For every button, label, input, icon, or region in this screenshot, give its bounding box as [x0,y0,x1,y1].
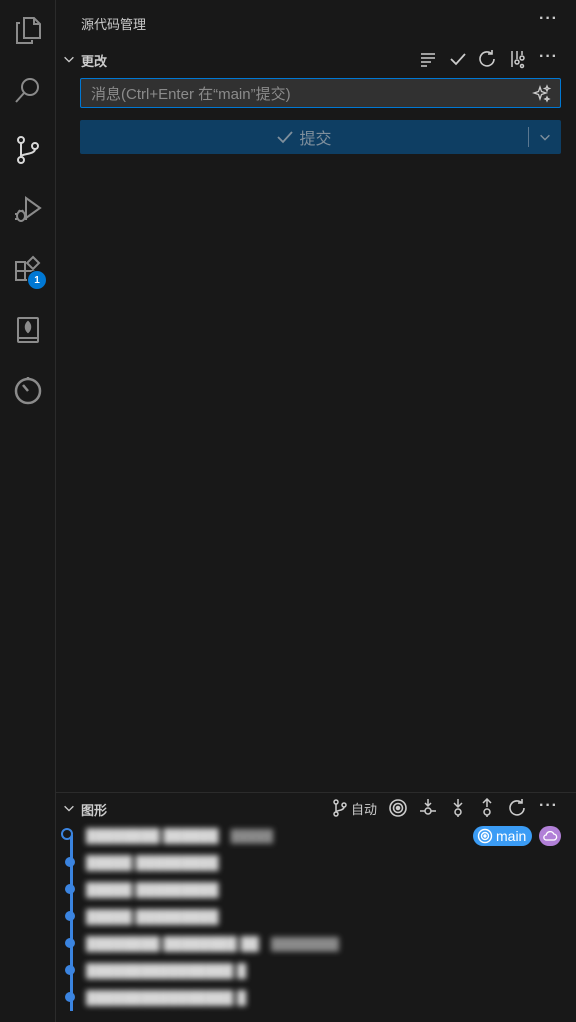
table-row[interactable]: █████ █████████ [56,849,576,876]
commit-node [65,884,75,894]
refresh-icon[interactable] [507,798,527,818]
table-row[interactable]: ████████ ████████ ██ ████████ [56,930,576,957]
commit-message: ████████████████ █ [86,963,247,978]
commit-message: █████ █████████ [86,882,219,897]
graph-auto-label[interactable]: 自动 [351,799,377,818]
graph-section-header[interactable]: 图形 自动 ··· [56,796,576,820]
branch-badge[interactable]: main [473,826,533,846]
cloud-icon [543,830,558,841]
graph-settings-icon[interactable] [507,49,527,69]
commit-message: ████████ ████████ ██ ████████ [86,936,340,951]
activity-bar: 1 [0,0,56,1022]
commit-message-field[interactable] [80,78,561,108]
commit-node [65,992,75,1002]
section-divider [56,792,576,793]
table-row[interactable]: ████████████████ █ [56,984,576,1011]
remote-badge[interactable] [539,826,561,846]
commit-node [65,965,75,975]
table-row[interactable]: ████████████████ █ [56,957,576,984]
source-control-sidebar: 源代码管理 ··· 更改 ··· 提交 图形 自动 [56,0,576,1022]
pull-icon[interactable] [448,798,468,818]
notebook-icon [16,317,39,343]
chevron-down-icon [540,134,550,141]
chevron-down-icon [64,805,74,812]
target-icon [477,828,493,844]
extensions-button[interactable]: 1 [0,246,55,294]
run-debug-button[interactable] [0,186,55,234]
commit-node [65,938,75,948]
refresh-icon[interactable] [477,49,497,69]
chevron-down-icon [64,56,74,63]
source-control-icon [16,136,39,164]
sidebar-header: 源代码管理 ··· [56,0,576,44]
graph-title: 图形 [81,803,108,818]
commit-node [65,857,75,867]
commit-message: █████ █████████ [86,909,219,924]
changes-more-icon[interactable]: ··· [539,48,558,66]
check-icon [277,131,294,144]
target-icon[interactable] [388,798,408,818]
branch-name: main [496,828,527,844]
view-as-list-icon[interactable] [418,49,438,69]
graph-more-icon[interactable]: ··· [539,797,558,815]
table-row[interactable]: █████ █████████ [56,876,576,903]
commit-check-icon[interactable] [448,49,468,69]
commit-node [65,911,75,921]
explorer-icon [15,17,41,44]
sidebar-title: 源代码管理 [81,17,147,32]
run-debug-icon [14,196,42,222]
commit-button-group: 提交 [80,120,561,154]
timeline-icon [14,377,41,405]
notebook-button[interactable] [0,306,55,354]
commit-message: ████████████████ █ [86,990,247,1005]
changes-title: 更改 [81,54,108,69]
push-icon[interactable] [477,798,497,818]
search-button[interactable] [0,66,55,114]
commit-message-input[interactable] [89,83,523,105]
commit-message: ████████ ██████ █████ [86,828,274,843]
fetch-icon[interactable] [418,798,438,818]
search-icon [14,78,39,103]
extensions-badge: 1 [27,270,47,290]
branch-icon[interactable] [330,798,350,818]
commit-label: 提交 [299,131,332,148]
table-row[interactable]: ████████ ██████ █████ main [56,822,576,849]
table-row[interactable]: █████ █████████ [56,903,576,930]
timeline-button[interactable] [0,366,55,414]
explorer-button[interactable] [0,6,55,54]
commit-dropdown-button[interactable] [529,120,561,154]
head-commit-node [61,828,73,840]
source-control-button[interactable] [0,126,55,174]
commit-message: █████ █████████ [86,855,219,870]
changes-section-header[interactable]: 更改 ··· [56,47,576,71]
more-actions-icon[interactable]: ··· [539,10,558,28]
sparkle-icon[interactable] [532,84,552,104]
commit-button[interactable]: 提交 [80,120,528,154]
